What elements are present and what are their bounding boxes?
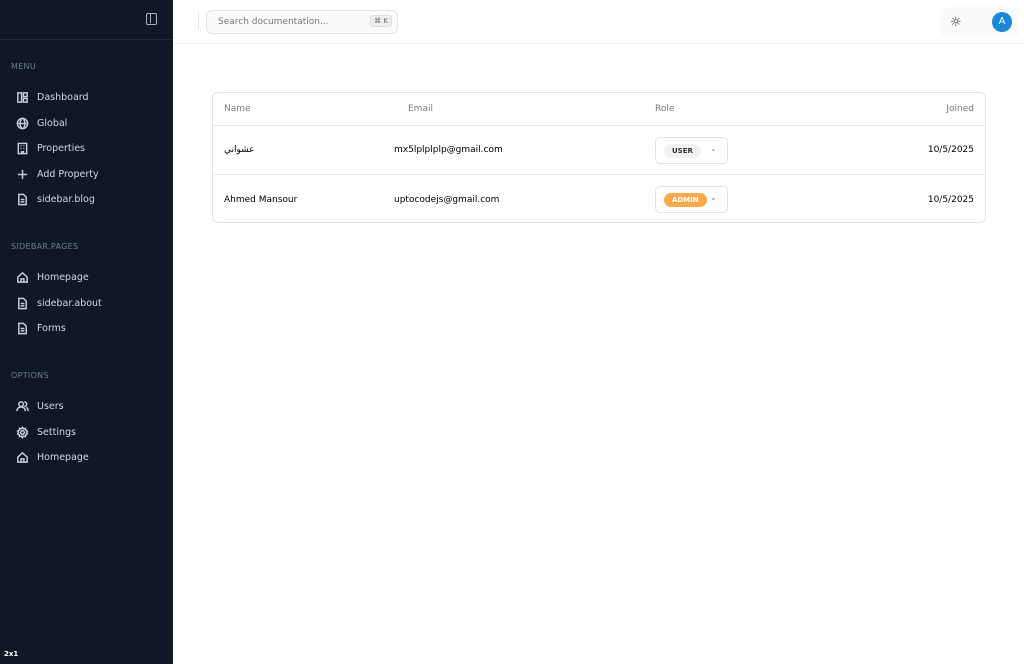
chevron-down-icon: ⌄ [710, 144, 717, 153]
search-input[interactable]: Search documentation... ⌘ K [206, 10, 398, 34]
sidebar-item-label: Add Property [37, 168, 99, 180]
sidebar-item-label: sidebar.about [37, 297, 102, 309]
home-icon [17, 272, 28, 284]
globe-icon [16, 117, 29, 130]
user-name: Ahmed Mansour [224, 194, 298, 205]
plus-icon [17, 169, 28, 179]
sidebar-item-label: Properties [37, 143, 86, 155]
header-tools: ☼ A [940, 7, 1020, 37]
sidebar-item-sidebar-blog[interactable]: sidebar.blog [0, 187, 173, 213]
theme-toggle-sun-icon[interactable]: ☼ [950, 15, 962, 30]
sidebar-section: OPTIONS Users Settings Homepage [0, 371, 173, 471]
users-table: Name Email Role Joined عشواني mx5lplplpl… [212, 92, 986, 223]
sidebar-item-label: Forms [37, 323, 66, 335]
sidebar-item-forms[interactable]: Forms [0, 316, 173, 342]
role-select[interactable]: ADMIN ⌄ [655, 186, 728, 213]
table-header: Name Email Role Joined [213, 93, 985, 126]
sidebar-item-label: sidebar.blog [37, 194, 95, 206]
sidebar: MENU Dashboard Global Properties Add Propert… [0, 0, 173, 664]
sidebar-item-settings[interactable]: Settings [0, 420, 173, 446]
user-email: uptocodejs@gmail.com [394, 194, 500, 205]
sidebar-item-add-property[interactable]: Add Property [0, 162, 173, 188]
column-header-name: Name [224, 104, 251, 114]
divider [198, 12, 199, 30]
sidebar-item-dashboard[interactable]: Dashboard [0, 85, 173, 111]
sidebar-item-global[interactable]: Global [0, 111, 173, 137]
sidebar-item-label: Global [37, 117, 68, 129]
sidebar-item-homepage[interactable]: Homepage [0, 445, 173, 471]
section-title: MENU [11, 62, 36, 71]
sidebar-item-label: Homepage [37, 272, 89, 284]
section-title: SIDEBAR.PAGES [11, 242, 79, 251]
sidebar-header [0, 0, 173, 40]
role-badge: ADMIN [664, 193, 707, 207]
gear-icon [16, 425, 29, 439]
sidebar-item-users[interactable]: Users [0, 394, 173, 420]
sidebar-item-label: Homepage [37, 452, 89, 464]
shortcut-hint: ⌘ K [370, 15, 392, 27]
sidebar-section: MENU Dashboard Global Properties Add Propert… [0, 62, 173, 213]
sidebar-item-homepage[interactable]: Homepage [0, 265, 173, 291]
user-email: mx5lplplplp@gmail.com [394, 145, 503, 155]
section-title: OPTIONS [11, 371, 49, 380]
column-header-email: Email [408, 104, 433, 114]
column-header-role: Role [655, 104, 675, 114]
sidebar-item-label: Settings [37, 426, 76, 438]
home-icon [17, 452, 28, 464]
topbar: Search documentation... ⌘ K ☼ A [173, 0, 1024, 44]
sidebar-item-properties[interactable]: Properties [0, 136, 173, 162]
role-select[interactable]: USER ⌄ [655, 137, 728, 164]
joined-date: 10/5/2025 [927, 145, 974, 155]
avatar[interactable]: A [992, 12, 1012, 32]
sidebar-section: SIDEBAR.PAGES Homepage sidebar.about Forms [0, 242, 173, 342]
dashboard-icon [17, 92, 28, 104]
role-badge: USER [664, 144, 701, 158]
table-row: عشواني mx5lplplplp@gmail.com USER ⌄ 10/5/… [213, 126, 985, 175]
joined-date: 10/5/2025 [927, 194, 974, 205]
file-icon [18, 322, 27, 335]
file-icon [18, 297, 27, 310]
sidebar-toggle-icon[interactable] [146, 13, 157, 25]
file-icon [18, 193, 27, 206]
sidebar-item-label: Dashboard [37, 92, 89, 104]
sidebar-item-sidebar-about[interactable]: sidebar.about [0, 291, 173, 317]
chevron-down-icon: ⌄ [710, 193, 717, 202]
column-header-joined: Joined [946, 104, 974, 114]
users-icon [16, 401, 29, 412]
table-row: Ahmed Mansour uptocodejs@gmail.com ADMIN… [213, 175, 985, 224]
sidebar-item-label: Users [37, 401, 64, 413]
user-name: عشواني [224, 145, 255, 155]
badge: 2x1 [4, 650, 19, 658]
search-placeholder: Search documentation... [218, 17, 329, 27]
building-icon [17, 142, 28, 155]
